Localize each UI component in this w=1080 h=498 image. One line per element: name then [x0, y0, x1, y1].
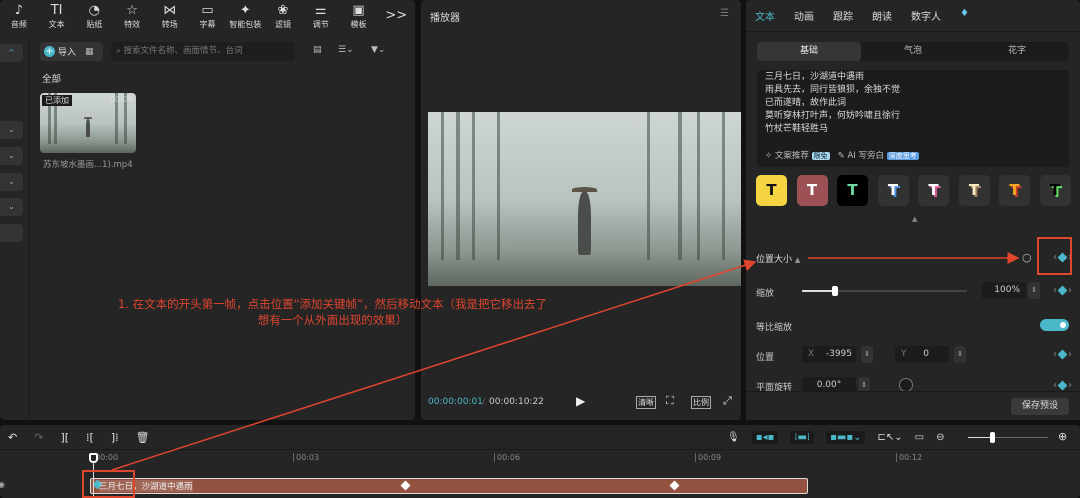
annotation-arrows — [111, 252, 1020, 471]
arrow-to-section — [111, 259, 757, 471]
